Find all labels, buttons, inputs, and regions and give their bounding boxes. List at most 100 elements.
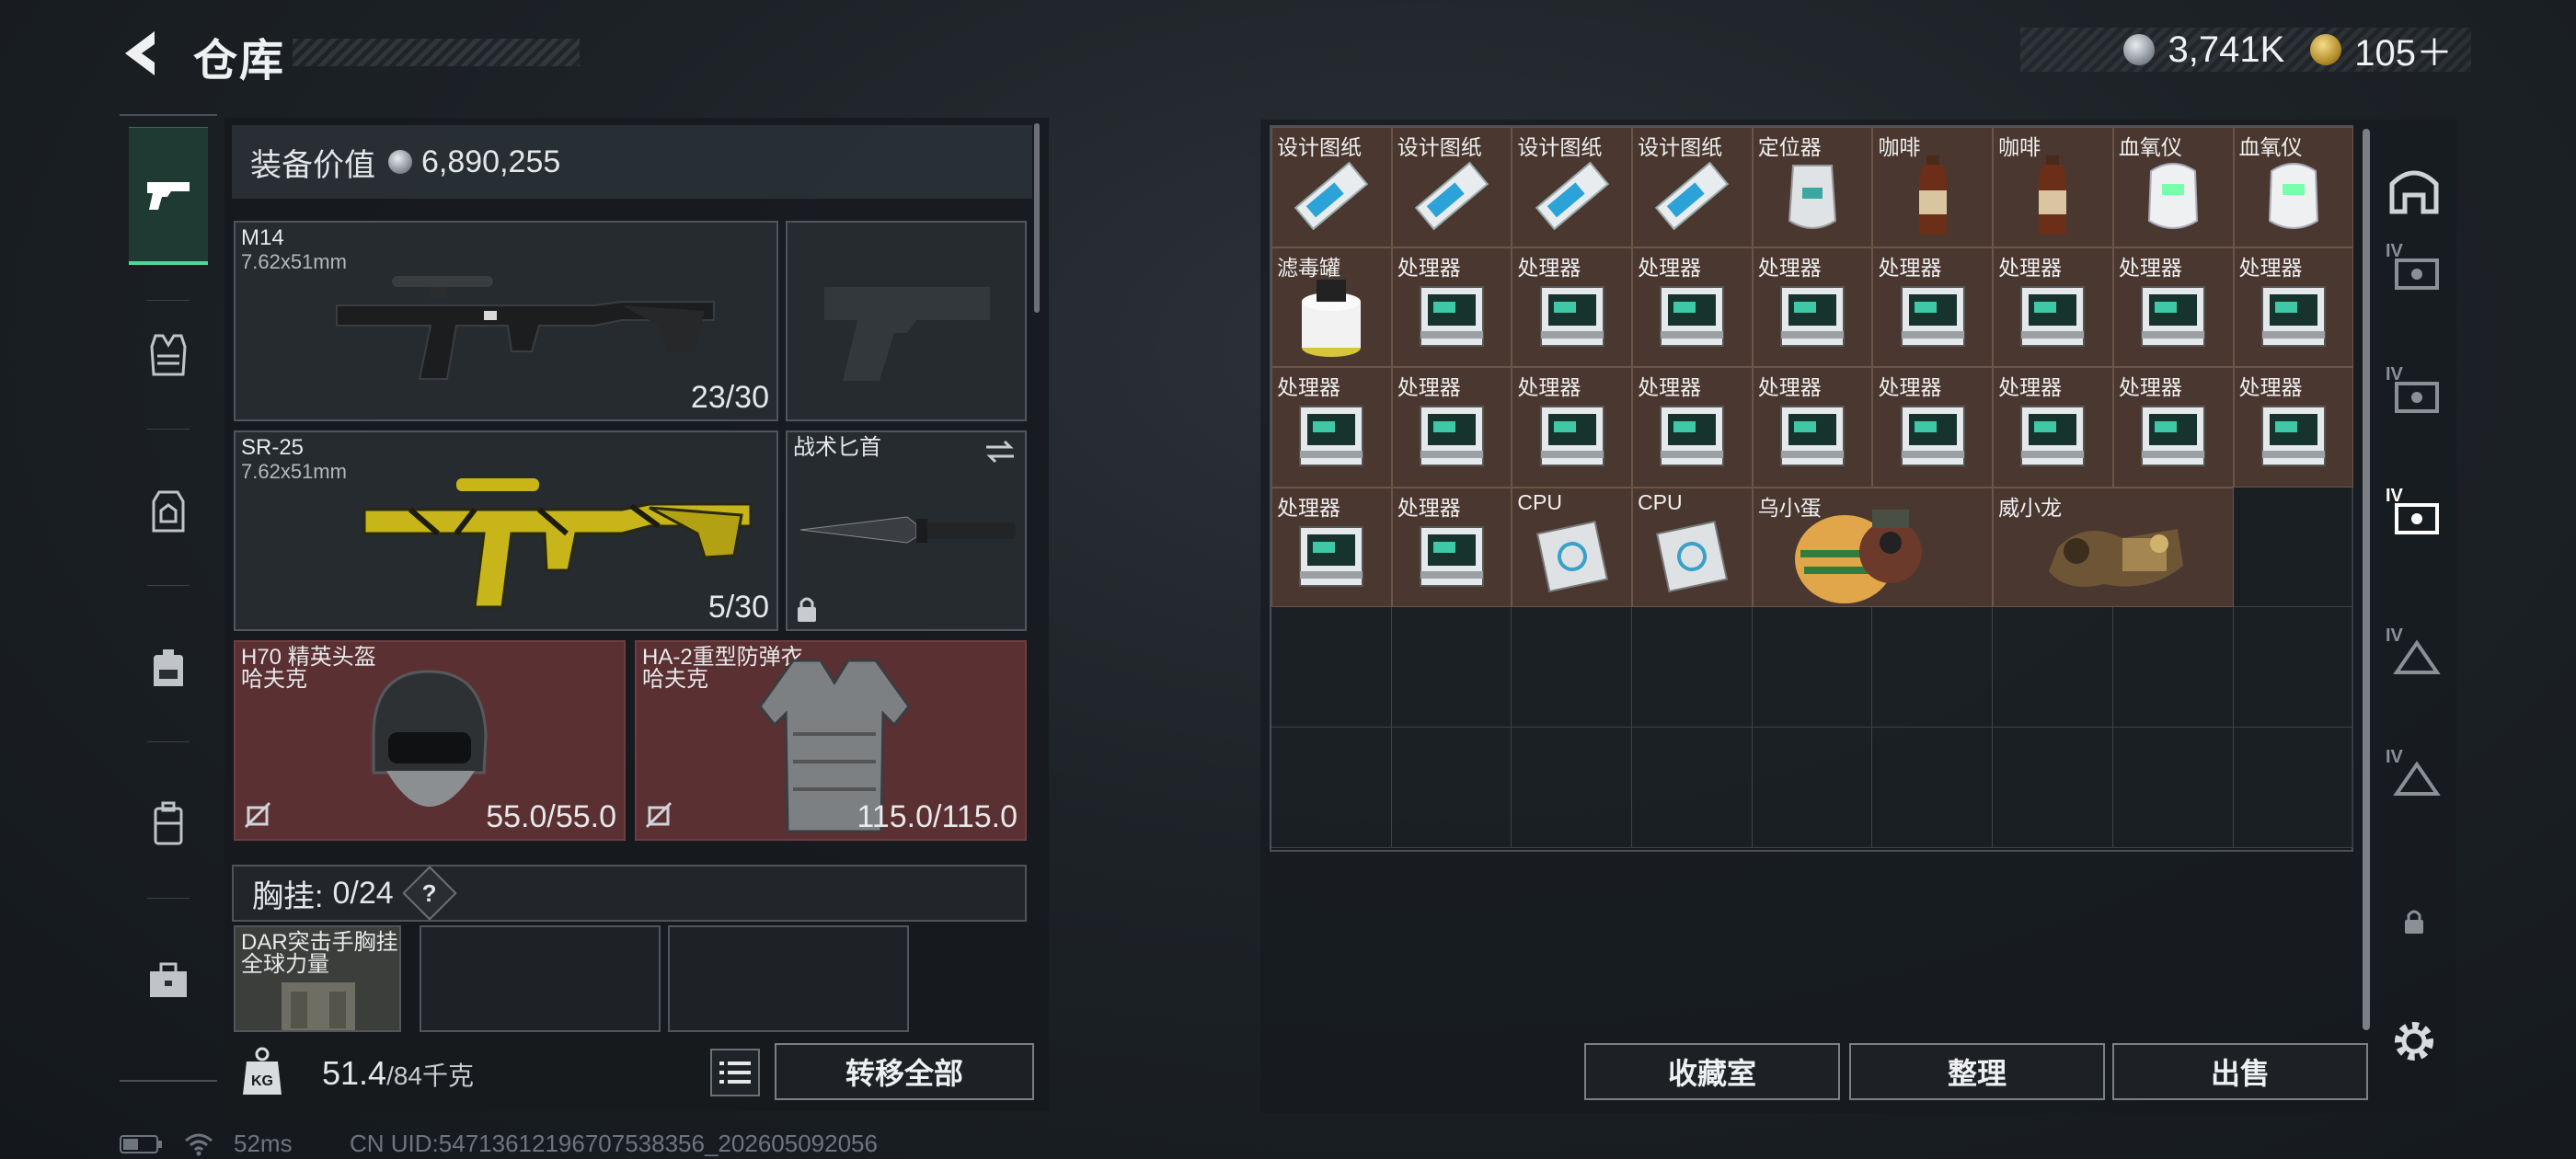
storage-item[interactable]: 处理器 bbox=[1872, 247, 1994, 368]
processor-icon bbox=[1633, 386, 1752, 487]
storage-item[interactable]: 处理器 bbox=[1391, 247, 1512, 368]
storage-item[interactable]: CPU bbox=[1512, 487, 1633, 608]
empty-grid-cell[interactable] bbox=[1512, 727, 1633, 848]
storage-item[interactable]: 设计图纸 bbox=[1271, 127, 1392, 247]
tab-backpack[interactable] bbox=[129, 613, 208, 723]
tab-case[interactable] bbox=[129, 769, 208, 879]
melee-slot[interactable]: 战术匕首 bbox=[786, 430, 1027, 631]
empty-grid-cell[interactable] bbox=[2233, 487, 2354, 608]
organize-button[interactable]: 整理 bbox=[1849, 1043, 2105, 1100]
storage-item[interactable]: 处理器 bbox=[2112, 247, 2234, 368]
storage-item[interactable]: 处理器 bbox=[2233, 247, 2354, 368]
storage-item[interactable]: 处理器 bbox=[1632, 247, 1753, 368]
empty-grid-cell[interactable] bbox=[1632, 607, 1753, 728]
storage-item[interactable]: 处理器 bbox=[1993, 247, 2113, 368]
empty-grid-cell[interactable] bbox=[1993, 607, 2113, 728]
case-tier4-icon[interactable]: IV bbox=[2381, 741, 2447, 808]
processor-icon bbox=[1873, 267, 1992, 367]
tab-chest-rig[interactable] bbox=[129, 456, 208, 567]
item-label: 处理器 bbox=[1397, 375, 1461, 400]
primary-weapon-slot[interactable]: M14 7.62x51mm 23/30 bbox=[234, 221, 778, 421]
case-tier4-icon-active[interactable]: IV bbox=[2381, 480, 2447, 546]
back-button[interactable] bbox=[118, 28, 164, 79]
lock-icon bbox=[798, 597, 816, 622]
toolbox-icon bbox=[150, 962, 187, 997]
empty-grid-cell[interactable] bbox=[1872, 607, 1994, 728]
empty-grid-cell[interactable] bbox=[1391, 727, 1512, 848]
gold-currency-value[interactable]: 105＋ bbox=[2354, 23, 2453, 76]
swap-icon[interactable] bbox=[983, 438, 1018, 465]
storage-item[interactable]: 滤毒罐 bbox=[1271, 247, 1392, 368]
storage-item[interactable]: 定位器 bbox=[1752, 127, 1873, 247]
oximeter-icon bbox=[2235, 146, 2353, 247]
case-tier4-icon[interactable]: IV bbox=[2381, 359, 2447, 425]
collection-room-button[interactable]: 收藏室 bbox=[1584, 1043, 1840, 1100]
help-button[interactable]: ? bbox=[401, 866, 457, 921]
case-tier4-icon[interactable]: IV bbox=[2381, 620, 2447, 686]
storage-item[interactable]: CPU bbox=[1632, 487, 1753, 608]
empty-grid-cell[interactable] bbox=[1752, 607, 1873, 728]
storage-item[interactable]: 处理器 bbox=[1752, 367, 1873, 488]
storage-item[interactable]: 处理器 bbox=[1391, 487, 1512, 608]
empty-grid-cell[interactable] bbox=[1752, 727, 1873, 848]
tab-toolbox[interactable] bbox=[129, 925, 208, 1036]
storage-item[interactable]: 血氧仪 bbox=[2233, 127, 2354, 247]
settings-icon[interactable] bbox=[2381, 1008, 2447, 1074]
item-label: 处理器 bbox=[1277, 375, 1340, 400]
storage-item[interactable]: 处理器 bbox=[1512, 247, 1633, 368]
lock-icon[interactable] bbox=[2381, 889, 2447, 955]
storage-item[interactable]: 处理器 bbox=[1752, 247, 1873, 368]
tab-armor[interactable] bbox=[129, 300, 208, 410]
list-view-button[interactable] bbox=[710, 1049, 760, 1096]
item-label: 咖啡 bbox=[1998, 135, 2041, 159]
storage-item[interactable]: 处理器 bbox=[2233, 367, 2354, 488]
storage-item[interactable]: 血氧仪 bbox=[2112, 127, 2234, 247]
transfer-all-button[interactable]: 转移全部 bbox=[775, 1043, 1034, 1100]
equipment-scrollbar[interactable] bbox=[1034, 123, 1040, 313]
storage-category-sidebar: IV IV IV IV IV bbox=[2368, 120, 2456, 1113]
empty-grid-cell[interactable] bbox=[1632, 727, 1753, 848]
storage-item[interactable]: 处理器 bbox=[1271, 487, 1392, 608]
storage-item[interactable]: 处理器 bbox=[1872, 367, 1994, 488]
empty-grid-cell[interactable] bbox=[1271, 607, 1392, 728]
storage-item[interactable]: 处理器 bbox=[1632, 367, 1753, 488]
storage-item[interactable]: 处理器 bbox=[1271, 367, 1392, 488]
pistol-slot[interactable] bbox=[786, 221, 1027, 421]
weight-current: 51.4 bbox=[322, 1054, 387, 1092]
empty-grid-cell[interactable] bbox=[2112, 607, 2234, 728]
storage-item[interactable]: 设计图纸 bbox=[1512, 127, 1633, 247]
storage-item[interactable]: 咖啡 bbox=[1993, 127, 2113, 247]
tab-weapons[interactable] bbox=[129, 127, 208, 265]
chest-rig-item[interactable]: DAR突击手胸挂 全球力量 bbox=[234, 925, 401, 1032]
storage-item[interactable]: 威小龙 bbox=[1993, 487, 2234, 608]
currency-bar: 3,741K 105＋ bbox=[2020, 28, 2471, 74]
storage-item[interactable]: 设计图纸 bbox=[1632, 127, 1753, 247]
case-tier4-icon[interactable]: IV bbox=[2381, 235, 2447, 302]
storage-item[interactable]: 乌小蛋 bbox=[1752, 487, 1994, 608]
storage-item[interactable]: 处理器 bbox=[2112, 367, 2234, 488]
silver-currency-value: 3,741K bbox=[2168, 29, 2285, 70]
svg-text:IV: IV bbox=[2386, 364, 2404, 384]
empty-grid-cell[interactable] bbox=[1993, 727, 2113, 848]
empty-grid-cell[interactable] bbox=[1271, 727, 1392, 848]
empty-grid-cell[interactable] bbox=[2233, 607, 2354, 728]
storage-item[interactable]: 处理器 bbox=[1993, 367, 2113, 488]
empty-grid-cell[interactable] bbox=[1391, 607, 1512, 728]
helmet-slot[interactable]: H70 精英头盔 哈夫克 55.0/55.0 bbox=[234, 640, 626, 841]
storage-item[interactable]: 设计图纸 bbox=[1391, 127, 1512, 247]
sell-button[interactable]: 出售 bbox=[2112, 1043, 2368, 1100]
storage-item[interactable]: 处理器 bbox=[1512, 367, 1633, 488]
safe-house-icon[interactable] bbox=[2381, 156, 2447, 223]
storage-item[interactable]: 咖啡 bbox=[1872, 127, 1994, 247]
rig-empty-slot[interactable] bbox=[668, 925, 909, 1032]
armor-slot[interactable]: HA-2重型防弹衣 哈夫克 115.0/115.0 bbox=[635, 640, 1027, 841]
empty-grid-cell[interactable] bbox=[1512, 607, 1633, 728]
storage-item[interactable]: 处理器 bbox=[1391, 367, 1512, 488]
rig-empty-slot[interactable] bbox=[420, 925, 661, 1032]
equipment-category-sidebar bbox=[120, 114, 217, 1082]
secondary-weapon-slot[interactable]: SR-25 7.62x51mm 5/30 bbox=[234, 430, 778, 631]
empty-grid-cell[interactable] bbox=[2233, 727, 2354, 848]
empty-grid-cell[interactable] bbox=[2112, 727, 2234, 848]
equipment-value: 6,890,255 bbox=[421, 143, 561, 179]
empty-grid-cell[interactable] bbox=[1872, 727, 1994, 848]
